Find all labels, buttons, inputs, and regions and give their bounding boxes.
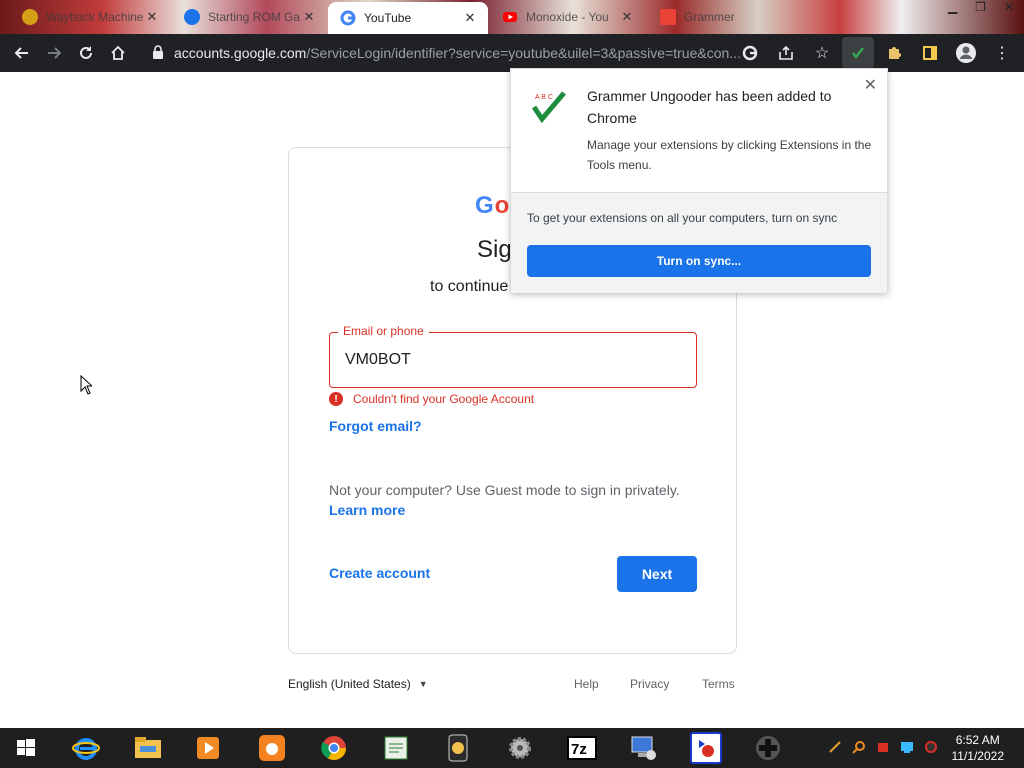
tab-title: Wayback Machine xyxy=(46,10,144,24)
guest-mode-text: Not your computer? Use Guest mode to sig… xyxy=(329,482,680,498)
lock-icon[interactable] xyxy=(152,44,164,62)
dropdown-caret-icon: ▼ xyxy=(418,679,428,689)
sync-text: To get your extensions on all your compu… xyxy=(527,211,838,225)
file-explorer-icon[interactable] xyxy=(132,732,164,764)
notepad-app-icon[interactable] xyxy=(380,732,412,764)
minimize-icon[interactable]: ▁ xyxy=(948,0,957,14)
tab-title: Starting ROM Ga xyxy=(208,10,301,24)
remote-desktop-icon[interactable] xyxy=(628,732,660,764)
tab-starting-rom[interactable]: Starting ROM Ga ✕ xyxy=(172,2,327,32)
media-player-icon[interactable] xyxy=(192,732,224,764)
close-tab-icon[interactable]: ✕ xyxy=(144,9,160,25)
popup-title: Grammer Ungooder has been added to Chrom… xyxy=(587,88,832,126)
tab-monoxide[interactable]: Monoxide - You ✕ xyxy=(490,2,645,32)
sync-section: To get your extensions on all your compu… xyxy=(511,192,887,293)
url-path: /ServiceLogin/identifier?service=youtube… xyxy=(306,45,741,61)
help-link[interactable]: Help xyxy=(574,677,599,691)
wayback-icon xyxy=(22,9,38,25)
uc-browser-icon[interactable] xyxy=(256,732,288,764)
google-lens-icon[interactable] xyxy=(734,37,766,69)
profile-avatar-icon[interactable] xyxy=(950,37,982,69)
learn-more-link[interactable]: Learn more xyxy=(329,502,405,518)
window-controls: ▁ ❐ ✕ xyxy=(948,0,1014,14)
tab-title: YouTube xyxy=(364,11,412,25)
svg-text:7z: 7z xyxy=(571,741,587,758)
recorder-app-icon[interactable] xyxy=(690,732,722,764)
youtube-icon xyxy=(502,9,518,25)
7zip-icon[interactable]: 7z xyxy=(566,732,598,764)
terms-link[interactable]: Terms xyxy=(702,677,735,691)
language-label: English (United States) xyxy=(288,677,411,691)
email-field[interactable]: Email or phone VM0BOT xyxy=(329,324,697,388)
popup-description: Manage your extensions by clicking Exten… xyxy=(587,138,872,172)
extension-added-popup: A B C Grammer Ungooder has been added to… xyxy=(510,68,888,293)
mouse-cursor-icon xyxy=(80,375,92,395)
email-input-value[interactable]: VM0BOT xyxy=(345,351,411,369)
bookmark-star-icon[interactable]: ☆ xyxy=(806,37,838,69)
settings-gear-icon[interactable] xyxy=(504,732,536,764)
error-message: ! Couldn't find your Google Account xyxy=(329,392,534,406)
grammer-ungooder-icon: A B C xyxy=(531,91,566,124)
tab-wayback-machine[interactable]: Wayback Machine ✕ xyxy=(10,2,170,32)
signin-subtitle: to continue xyxy=(430,278,509,295)
chrome-c-icon xyxy=(184,9,200,25)
close-icon[interactable]: ✕ xyxy=(864,75,877,95)
browser-toolbar: accounts.google.com /ServiceLogin/identi… xyxy=(0,34,1024,72)
windows-start-icon[interactable] xyxy=(10,732,42,764)
home-icon[interactable] xyxy=(102,37,134,69)
language-select[interactable]: English (United States) ▼ xyxy=(288,677,428,691)
share-icon[interactable] xyxy=(770,37,802,69)
network-tray-icon[interactable] xyxy=(900,740,914,754)
google-g-icon xyxy=(340,10,356,26)
system-clock[interactable]: 6:52 AM 11/1/2022 xyxy=(952,732,1005,764)
volume-tray-icon[interactable] xyxy=(924,740,938,754)
extensions-puzzle-icon[interactable] xyxy=(878,37,910,69)
tab-youtube[interactable]: YouTube ✕ xyxy=(328,2,488,34)
search-tray-icon[interactable] xyxy=(852,740,866,754)
next-button[interactable]: Next xyxy=(617,556,697,592)
clock-time: 6:52 AM xyxy=(955,733,1000,747)
error-icon: ! xyxy=(329,392,343,406)
windows-taskbar: 7z 6:52 AM 11/1/2022 xyxy=(0,728,1024,768)
internet-explorer-icon[interactable] xyxy=(70,732,102,764)
close-window-icon[interactable]: ✕ xyxy=(1004,0,1014,14)
privacy-link[interactable]: Privacy xyxy=(630,677,669,691)
tab-grammer[interactable]: Grammer xyxy=(648,2,798,32)
tab-title: Grammer xyxy=(684,10,735,24)
signin-title: Sig xyxy=(477,236,512,263)
gmail-icon xyxy=(660,9,676,25)
turn-on-sync-button[interactable]: Turn on sync... xyxy=(527,245,871,277)
pen-tray-icon[interactable] xyxy=(828,740,842,754)
create-account-button[interactable]: Create account xyxy=(329,565,430,581)
side-panel-icon[interactable] xyxy=(914,37,946,69)
email-label: Email or phone xyxy=(338,324,429,338)
clock-date: 11/1/2022 xyxy=(951,749,1005,763)
red-tray-icon[interactable] xyxy=(876,740,890,754)
chrome-taskbar-icon[interactable] xyxy=(318,732,350,764)
forgot-email-link[interactable]: Forgot email? xyxy=(329,418,422,434)
reload-icon[interactable] xyxy=(70,37,102,69)
clock-app-icon[interactable] xyxy=(442,732,474,764)
svg-text:A B C: A B C xyxy=(535,94,553,101)
chrome-menu-icon[interactable]: ⋮ xyxy=(986,37,1018,69)
close-tab-icon[interactable]: ✕ xyxy=(619,9,635,25)
tab-title: Monoxide - You xyxy=(526,10,609,24)
maximize-icon[interactable]: ❐ xyxy=(975,0,986,14)
address-bar[interactable]: accounts.google.com /ServiceLogin/identi… xyxy=(142,38,754,68)
back-icon[interactable] xyxy=(6,37,38,69)
toolbar-actions: ☆ ⋮ xyxy=(734,37,1018,69)
error-text: Couldn't find your Google Account xyxy=(353,392,535,406)
close-tab-icon[interactable]: ✕ xyxy=(462,10,478,26)
forward-icon[interactable] xyxy=(38,37,70,69)
tab-strip: Wayback Machine ✕ Starting ROM Ga ✕ YouT… xyxy=(0,0,1024,34)
grammer-extension-icon[interactable] xyxy=(842,37,874,69)
close-tab-icon[interactable]: ✕ xyxy=(301,9,317,25)
game-controller-icon[interactable] xyxy=(752,732,784,764)
url-host: accounts.google.com xyxy=(174,45,307,61)
